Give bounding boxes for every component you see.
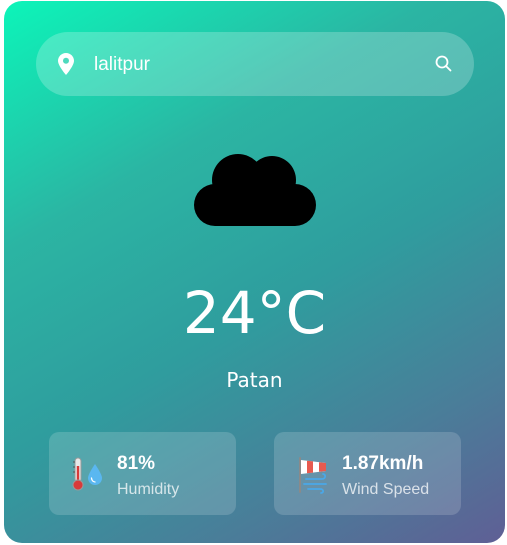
map-pin-icon	[58, 53, 74, 75]
wind-speed-value: 1.87km/h	[342, 453, 424, 474]
thermometer-humidity-icon	[72, 457, 102, 491]
weather-card: 24°C Patan 81% Humidity 1.87km/h Wind Sp…	[4, 1, 505, 543]
cloud-icon	[194, 154, 316, 226]
search-input[interactable]	[92, 46, 416, 84]
wind-speed-label: Wind Speed	[342, 481, 430, 498]
search-icon[interactable]	[434, 54, 454, 74]
search-bar	[36, 32, 474, 96]
humidity-value: 81%	[117, 453, 156, 474]
windsock-icon	[299, 457, 327, 494]
humidity-card: 81% Humidity	[49, 432, 236, 515]
temperature: 24°C	[182, 279, 327, 347]
humidity-label: Humidity	[117, 481, 180, 498]
city-name: Patan	[226, 368, 283, 392]
wind-speed-card: 1.87km/h Wind Speed	[274, 432, 461, 515]
